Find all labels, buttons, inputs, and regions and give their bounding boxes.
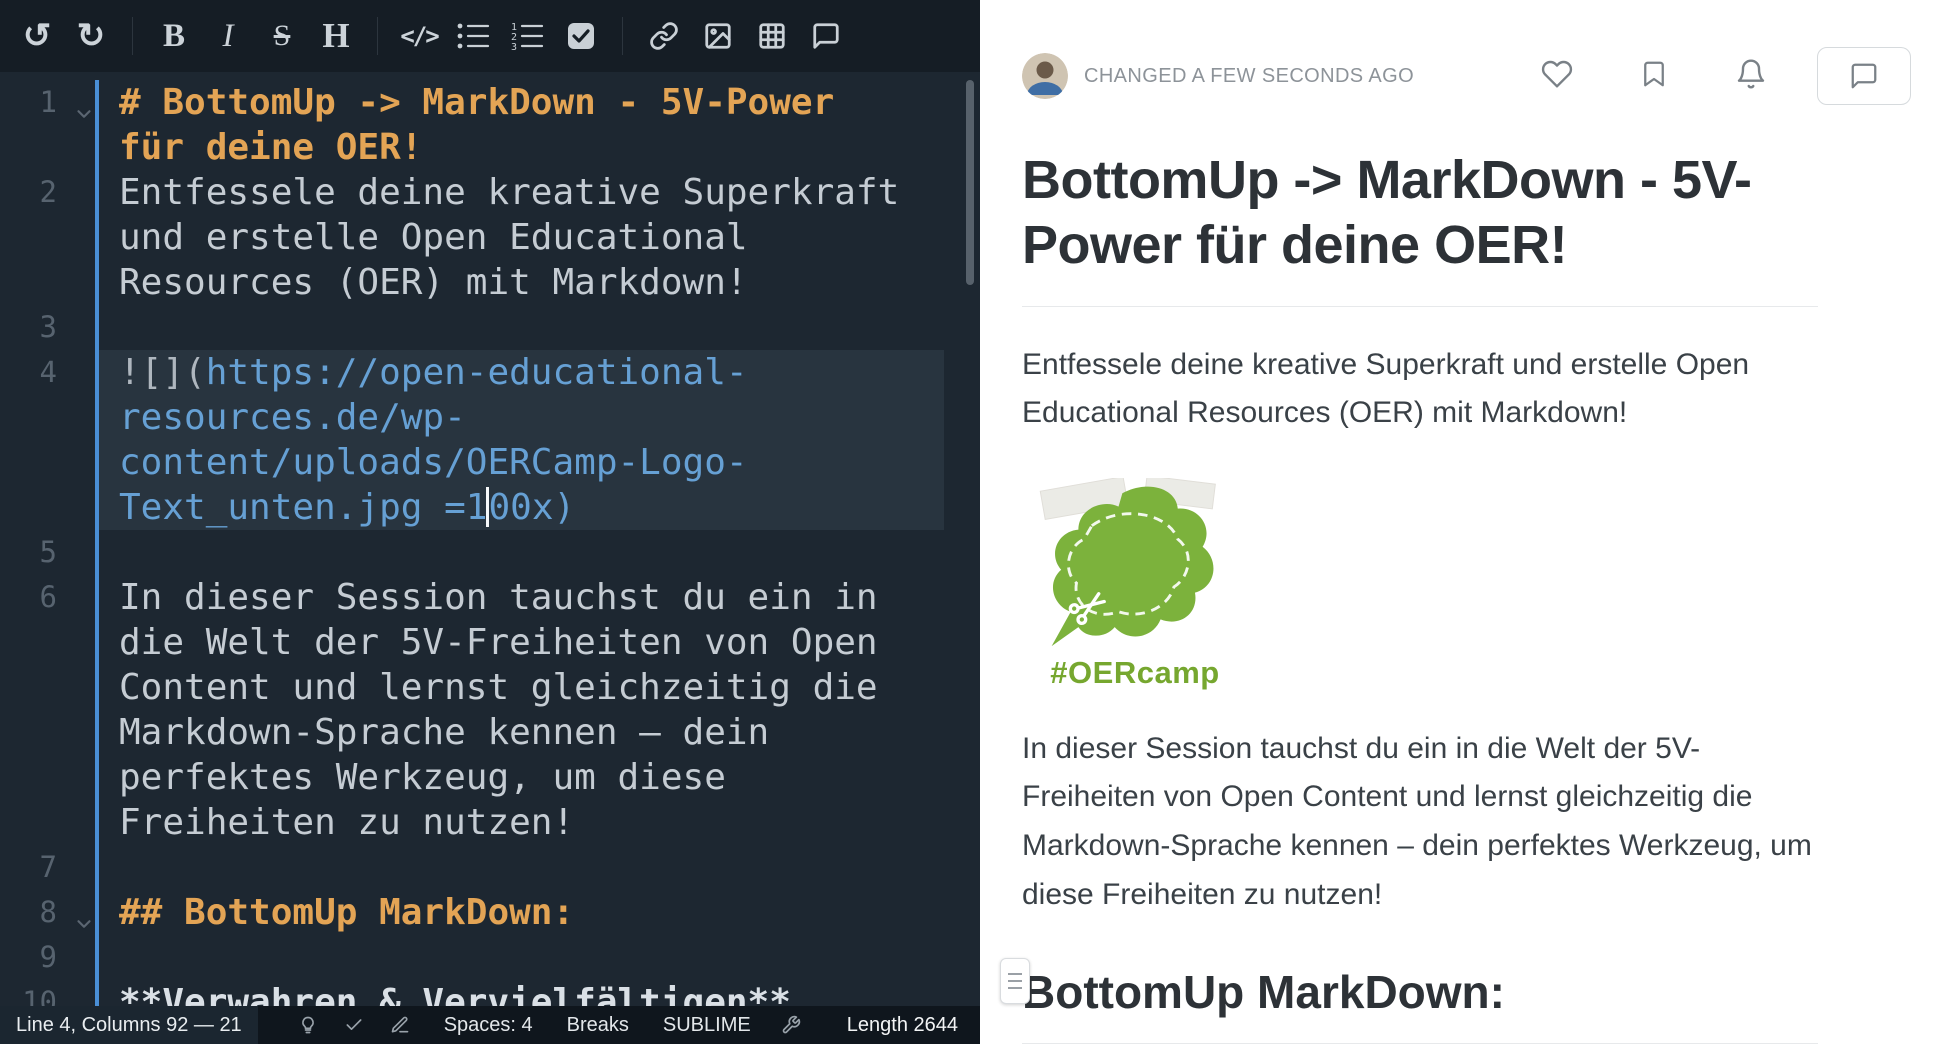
editor-toolbar: ↺ ↻ B I S H </> 123 (0, 0, 980, 72)
line-number[interactable]: 3 (40, 305, 57, 350)
code-line: 5 (0, 530, 980, 575)
heading-icon: H (322, 16, 349, 56)
comments-button[interactable] (1817, 47, 1911, 105)
ordered-list-icon: 123 (510, 21, 544, 51)
wrench-icon[interactable] (781, 1015, 801, 1035)
code-editor[interactable]: 1 # BottomUp -> MarkDown - 5V-Power für … (0, 72, 980, 1006)
checklist-icon (567, 22, 595, 50)
code-button[interactable]: </> (392, 0, 446, 72)
code-line: 3 (0, 305, 980, 350)
line-number[interactable]: 9 (40, 935, 57, 980)
code-text (119, 305, 915, 350)
ordered-list-button[interactable]: 123 (500, 0, 554, 72)
code-text (119, 530, 915, 575)
avatar[interactable] (1022, 53, 1068, 99)
line-number[interactable]: 8 (40, 890, 57, 935)
heart-icon[interactable] (1541, 58, 1573, 95)
strikethrough-button[interactable]: S (255, 0, 309, 72)
keymap-setting[interactable]: SUBLIME (663, 1014, 751, 1037)
undo-button[interactable]: ↺ (10, 0, 64, 72)
oercamp-logo-image (1030, 478, 1230, 650)
code-text: Entfessele deine kreative Superkraft und… (119, 170, 915, 305)
code-line-current: 4 ![](https://open-educational-resources… (0, 350, 980, 530)
linebreaks-setting[interactable]: Breaks (567, 1014, 629, 1037)
editor-pane: ↺ ↻ B I S H </> 123 (0, 0, 980, 1044)
undo-icon: ↺ (23, 16, 52, 56)
bookmark-icon[interactable] (1639, 58, 1669, 95)
comment-bubble-icon (1849, 61, 1879, 91)
heading-button[interactable]: H (309, 0, 363, 72)
bell-icon[interactable] (1735, 58, 1767, 95)
toolbar-separator (377, 17, 378, 55)
italic-icon: I (223, 18, 234, 55)
editor-statusbar: Line 4, Columns 92 — 21 Spaces: 4 Breaks… (0, 1006, 980, 1044)
comment-button[interactable] (799, 0, 853, 72)
cursor-position: Line 4, Columns 92 — 21 (0, 1006, 258, 1044)
bullet-list-button[interactable] (446, 0, 500, 72)
strikethrough-icon: S (274, 19, 291, 53)
link-button[interactable] (637, 0, 691, 72)
code-icon: </> (400, 22, 437, 50)
image-icon (703, 21, 733, 51)
pencil-icon[interactable] (390, 1015, 410, 1035)
code-line: 10 **Verwahren & Vervielfältigen** (0, 980, 980, 1006)
code-text (119, 935, 915, 980)
oercamp-logo-caption: #OERcamp (1030, 655, 1240, 691)
toolbar-separator (132, 17, 133, 55)
table-icon (757, 21, 787, 51)
fold-chevron-icon[interactable] (73, 93, 95, 138)
code-text: # BottomUp -> MarkDown - 5V-Power für de… (119, 80, 915, 170)
comment-icon (811, 21, 841, 51)
preview-pane: CHANGED A FEW SECONDS AGO BottomUp -> Ma… (980, 0, 1938, 1044)
line-number[interactable]: 2 (40, 170, 57, 215)
modified-lines-indicator (95, 80, 99, 1006)
image-button[interactable] (691, 0, 745, 72)
paragraph-2: In dieser Session tauchst du ein in die … (1022, 725, 1818, 919)
editor-scrollbar[interactable] (966, 80, 974, 285)
document-length: Length 2644 (847, 1014, 958, 1037)
oercamp-logo: #OERcamp (1030, 478, 1240, 691)
code-text (119, 845, 915, 890)
svg-text:3: 3 (511, 42, 517, 51)
line-number[interactable]: 1 (40, 80, 57, 125)
code-line: 6 In dieser Session tauchst du ein in di… (0, 575, 980, 845)
paragraph-1: Entfessele deine kreative Superkraft und… (1022, 341, 1818, 438)
code-line: 1 # BottomUp -> MarkDown - 5V-Power für … (0, 80, 980, 170)
code-text: ## BottomUp MarkDown: (119, 890, 915, 935)
code-line: 9 (0, 935, 980, 980)
lightbulb-icon[interactable] (298, 1015, 318, 1035)
line-number[interactable]: 5 (40, 530, 57, 575)
preview-topbar: CHANGED A FEW SECONDS AGO (1022, 44, 1911, 108)
redo-icon: ↻ (77, 16, 106, 56)
italic-button[interactable]: I (201, 0, 255, 72)
line-number[interactable]: 10 (22, 980, 57, 1006)
split-drag-handle[interactable] (1000, 958, 1030, 1004)
line-number[interactable]: 6 (40, 575, 57, 620)
link-icon (649, 21, 679, 51)
code-line: 8 ## BottomUp MarkDown: (0, 890, 980, 935)
bold-button[interactable]: B (147, 0, 201, 72)
code-line: 2 Entfessele deine kreative Superkraft u… (0, 170, 980, 305)
spaces-setting[interactable]: Spaces: 4 (444, 1014, 533, 1037)
document-title: BottomUp -> MarkDown - 5V-Power für dein… (1022, 148, 1818, 307)
bullet-list-icon (456, 21, 490, 51)
line-number[interactable]: 7 (40, 845, 57, 890)
checklist-button[interactable] (554, 0, 608, 72)
redo-button[interactable]: ↻ (64, 0, 118, 72)
last-changed-label: CHANGED A FEW SECONDS AGO (1084, 65, 1414, 88)
table-button[interactable] (745, 0, 799, 72)
code-line: 7 (0, 845, 980, 890)
rendered-document: BottomUp -> MarkDown - 5V-Power für dein… (1022, 148, 1818, 1044)
code-text: ![](https://open-educational-resources.d… (119, 350, 915, 530)
toolbar-separator (622, 17, 623, 55)
check-icon[interactable] (344, 1015, 364, 1035)
line-number[interactable]: 4 (40, 350, 57, 395)
section-heading: BottomUp MarkDown: (1022, 965, 1818, 1044)
code-text: **Verwahren & Vervielfältigen** (119, 980, 915, 1006)
code-text: In dieser Session tauchst du ein in die … (119, 575, 915, 845)
bold-icon: B (163, 18, 185, 55)
